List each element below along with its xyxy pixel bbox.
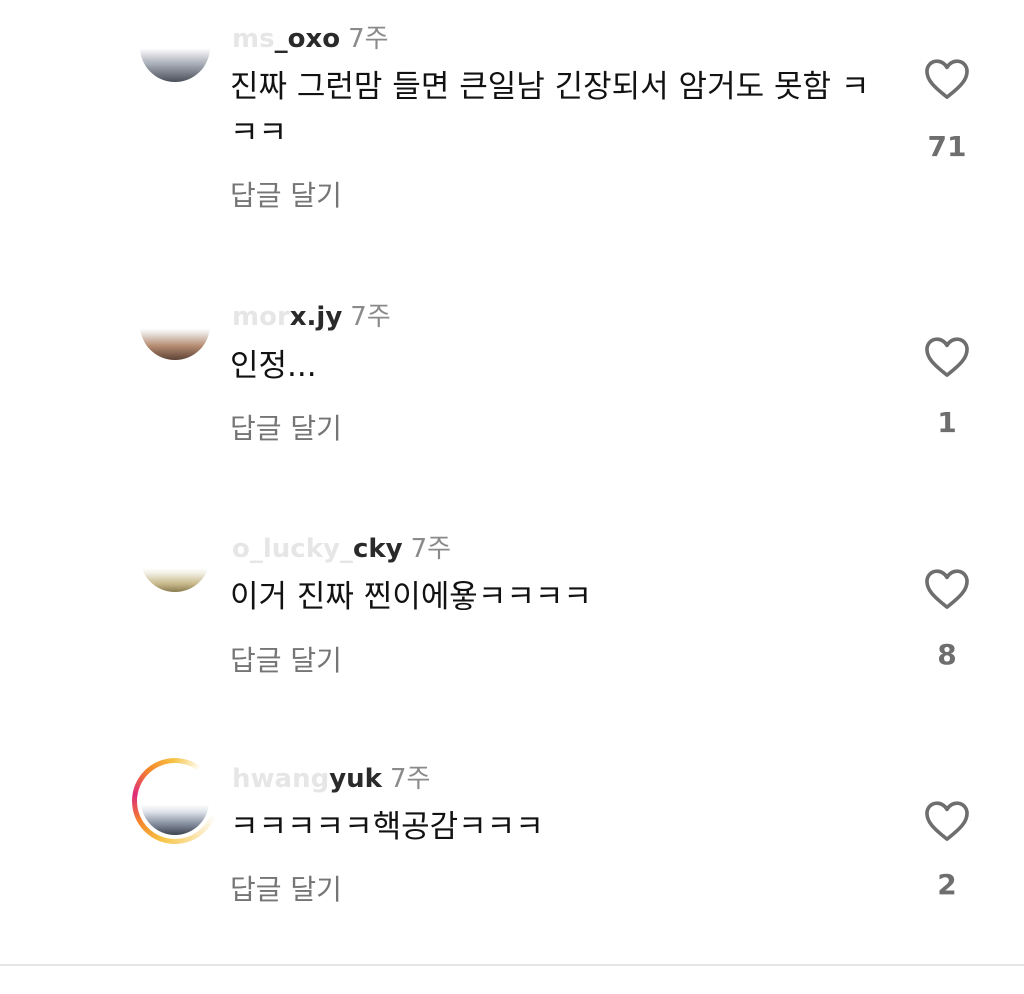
username[interactable]: morx.jy: [232, 302, 342, 332]
username[interactable]: ms_oxo: [232, 24, 340, 54]
comment-time: 7주: [348, 24, 389, 54]
avatar: [141, 767, 209, 835]
avatar[interactable]: [140, 290, 210, 360]
avatar-story-ring[interactable]: [132, 758, 218, 844]
avatar[interactable]: [140, 12, 210, 82]
reply-button[interactable]: 답글 달기: [230, 639, 342, 679]
comment-meta: o_lucky_cky 7주: [232, 528, 451, 565]
heart-outline-icon[interactable]: [924, 58, 970, 100]
reply-button[interactable]: 답글 달기: [230, 868, 342, 908]
comment-time: 7주: [410, 534, 452, 564]
comment-text: 이거 진짜 찐이에욯ㅋㅋㅋㅋ: [230, 579, 592, 615]
avatar[interactable]: [140, 522, 210, 592]
comment-text: 인정...: [230, 348, 317, 384]
username[interactable]: o_lucky_cky: [232, 534, 403, 564]
like-count: 1: [937, 406, 957, 439]
like-count: 71: [927, 130, 967, 163]
heart-outline-icon[interactable]: [924, 568, 970, 610]
username[interactable]: hwangyuk: [232, 764, 382, 794]
comment-time: 7주: [350, 302, 391, 332]
reply-button[interactable]: 답글 달기: [230, 407, 342, 447]
heart-outline-icon[interactable]: [924, 800, 970, 842]
like-count: 2: [937, 868, 957, 901]
comment-text: ㅋㅋㅋㅋㅋ핵공감ㅋㅋㅋ: [230, 809, 544, 845]
heart-outline-icon[interactable]: [924, 336, 970, 378]
comment-time: 7주: [389, 764, 431, 794]
comments-list: ms_oxo 7주 진짜 그런맘 들면 큰일남 긴장되서 암거도 못함 ㅋㅋㅋ 답…: [0, 0, 1024, 994]
comment-text: 진짜 그런맘 들면 큰일남 긴장되서 암거도 못함 ㅋㅋㅋ: [230, 69, 870, 151]
comment-meta: morx.jy 7주: [232, 296, 391, 333]
divider: [0, 964, 1024, 966]
reply-button[interactable]: 답글 달기: [230, 174, 342, 214]
like-count: 8: [937, 638, 957, 671]
comment-meta: ms_oxo 7주: [232, 18, 389, 55]
comment-meta: hwangyuk 7주: [232, 758, 430, 795]
